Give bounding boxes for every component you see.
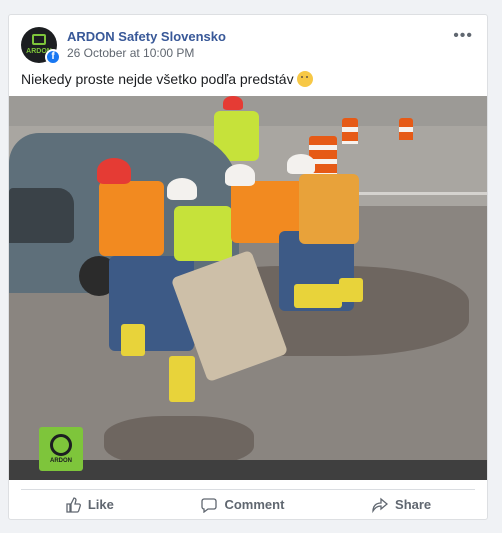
yellow-boot — [169, 356, 195, 402]
mud-trail — [104, 416, 254, 466]
red-helmet — [223, 96, 243, 110]
worker-kneeling — [299, 174, 359, 244]
like-label: Like — [87, 497, 114, 512]
watermark-label: ARDON — [50, 458, 72, 464]
white-helmet — [225, 164, 255, 186]
ardon-logo-icon — [32, 34, 46, 45]
comment-icon — [201, 497, 218, 513]
white-helmet — [167, 178, 197, 200]
lane-stripe — [349, 192, 487, 195]
post-header: ARDON f ARDON Safety Slovensko 26 Octobe… — [9, 15, 487, 71]
like-button[interactable]: Like — [65, 496, 114, 513]
share-button[interactable]: Share — [372, 497, 431, 513]
post-photo[interactable]: ARDON — [9, 96, 487, 480]
post-card: ARDON f ARDON Safety Slovensko 26 Octobe… — [8, 14, 488, 520]
yellow-boot — [339, 278, 363, 302]
ardon-watermark-logo: ARDON — [39, 427, 83, 471]
comment-label: Comment — [224, 497, 285, 512]
post-text: Niekedy proste nejde všetko podľa predst… — [21, 71, 313, 87]
traffic-cone — [399, 118, 413, 140]
post-actions: Like Comment Share — [21, 489, 475, 515]
worker-orange-vest — [99, 181, 164, 256]
yellow-boot — [121, 324, 145, 356]
white-helmet — [287, 154, 315, 174]
post-timestamp[interactable]: 26 October at 10:00 PM — [67, 46, 194, 60]
more-options-icon[interactable]: ••• — [453, 27, 473, 45]
traffic-cone — [342, 118, 358, 144]
ardon-logo-icon — [50, 434, 72, 456]
post-message: Niekedy proste nejde všetko podľa predst… — [21, 71, 294, 87]
car-window — [9, 188, 74, 243]
facebook-icon: f — [45, 49, 61, 65]
red-helmet — [97, 158, 131, 184]
page-name-link[interactable]: ARDON Safety Slovensko — [67, 29, 226, 44]
comment-button[interactable]: Comment — [201, 497, 284, 513]
thumbs-up-icon — [66, 496, 81, 513]
worker-yellow-vest — [174, 206, 232, 261]
yellow-boot — [294, 284, 342, 308]
share-icon — [372, 497, 389, 513]
thinking-emoji-icon — [296, 71, 313, 87]
share-label: Share — [395, 497, 432, 512]
